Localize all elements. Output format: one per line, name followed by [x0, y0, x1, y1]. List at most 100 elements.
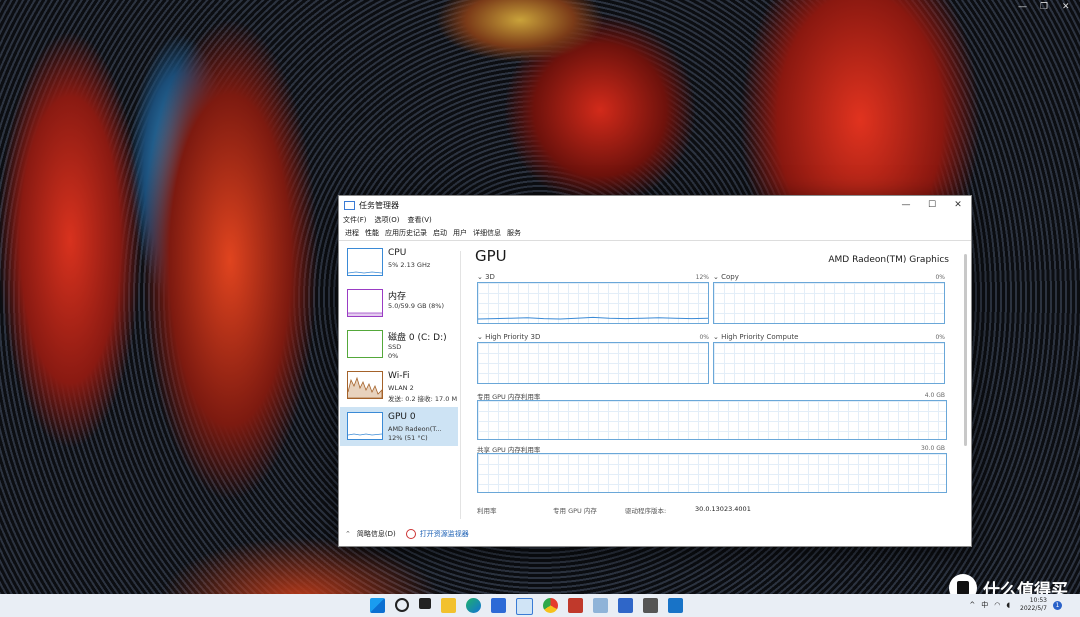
sidebar-item-detail: 12% (51 °C) — [388, 434, 428, 442]
driver-version-label: 驱动程序版本: — [625, 507, 667, 515]
graph-label-copy[interactable]: ⌄ Copy — [713, 273, 739, 281]
sidebar-item-name: 内存 — [388, 292, 407, 302]
open-resource-monitor-link[interactable]: 打开资源监视器 — [420, 529, 469, 539]
sidebar-item-detail: 5.0/59.9 GB (8%) — [388, 302, 445, 310]
sidebar-item-detail: SSD — [388, 343, 402, 351]
tab-app-history[interactable]: 应用历史记录 — [382, 226, 430, 240]
desktop-minimize-icon[interactable]: — — [1018, 2, 1027, 12]
graph-high-priority-3d — [477, 342, 709, 384]
brief-info-link[interactable]: 简略信息(D) — [357, 529, 396, 539]
app-icon[interactable] — [668, 598, 683, 613]
graph-3d — [477, 282, 709, 324]
tab-details[interactable]: 详细信息 — [470, 226, 504, 240]
window-title: 任务管理器 — [359, 200, 399, 210]
dedicated-memory-max: 4.0 GB — [924, 392, 945, 399]
volume-icon[interactable]: ◖ — [1006, 601, 1010, 609]
sidebar-item-detail: 5% 2.13 GHz — [388, 261, 431, 269]
task-view-icon[interactable] — [419, 598, 431, 609]
scrollbar[interactable] — [964, 254, 967, 446]
sidebar-item-detail: WLAN 2 — [388, 384, 414, 392]
sidebar-item-detail: 发送: 0.2 接收: 17.0 M — [388, 395, 458, 403]
store-icon[interactable] — [491, 598, 506, 613]
graph-copy — [713, 282, 945, 324]
clock-date: 2022/5/7 — [1020, 605, 1047, 612]
file-explorer-icon[interactable] — [441, 598, 456, 613]
sidebar-item-wifi[interactable]: Wi-Fi WLAN 2 发送: 0.2 接收: 17.0 M — [340, 366, 458, 405]
taskbar: ^ 中 ◠ ◖ 10:53 2022/5/7 1 — [0, 594, 1080, 617]
sidebar-item-name: 磁盘 0 (C: D:) — [388, 333, 447, 343]
resource-sidebar: CPU 5% 2.13 GHz 内存 5.0/59.9 GB (8%) 磁盘 0… — [339, 241, 459, 519]
close-button[interactable]: ✕ — [945, 196, 971, 214]
sidebar-item-detail: AMD Radeon(T... — [388, 425, 442, 433]
footer-bar: ⌃ 简略信息(D) 打开资源监视器 — [339, 528, 469, 540]
edge-icon[interactable] — [466, 598, 481, 613]
graph-pct-high-priority-compute: 0% — [935, 334, 945, 341]
sidebar-item-name: Wi-Fi — [388, 371, 410, 381]
search-icon[interactable] — [395, 598, 409, 612]
resource-monitor-icon — [405, 529, 416, 539]
tool-icon[interactable] — [643, 598, 658, 613]
tab-services[interactable]: 服务 — [504, 226, 524, 240]
desktop-restore-icon[interactable]: ❐ — [1040, 2, 1048, 12]
sidebar-item-disk[interactable]: 磁盘 0 (C: D:) SSD 0% — [340, 325, 458, 364]
chrome-icon[interactable] — [543, 598, 558, 613]
sidebar-item-cpu[interactable]: CPU 5% 2.13 GHz — [340, 243, 458, 282]
graph-label-3d[interactable]: ⌄ 3D — [477, 273, 495, 281]
shared-memory-max: 30.0 GB — [920, 445, 945, 452]
graph-pct-copy: 0% — [935, 274, 945, 281]
task-manager-window: 任务管理器 — ☐ ✕ 文件(F) 选项(O) 查看(V) 进程 性能 应用历史… — [338, 195, 972, 547]
system-tray: ^ 中 ◠ ◖ 10:53 2022/5/7 1 — [963, 597, 1062, 613]
sidebar-item-detail: 0% — [388, 352, 399, 360]
menu-options[interactable]: 选项(O) — [375, 214, 400, 226]
page-title: GPU — [475, 247, 507, 265]
menu-view[interactable]: 查看(V) — [407, 214, 431, 226]
cpu-thumbnail — [347, 248, 383, 276]
graph-label-high-priority-compute[interactable]: ⌄ High Priority Compute — [713, 333, 798, 341]
utilization-label: 利用率 — [477, 507, 497, 515]
notification-badge[interactable]: 1 — [1053, 600, 1062, 610]
series-line-3d — [478, 316, 708, 320]
chart-3d-svg — [478, 316, 708, 320]
graph-high-priority-compute — [713, 342, 945, 384]
wifi-icon[interactable]: ◠ — [994, 601, 1000, 609]
sidebar-item-gpu[interactable]: GPU 0 AMD Radeon(T... 12% (51 °C) — [340, 407, 458, 446]
remote-icon[interactable] — [593, 598, 608, 613]
sidebar-item-name: CPU — [388, 248, 407, 258]
sidebar-item-memory[interactable]: 内存 5.0/59.9 GB (8%) — [340, 284, 458, 323]
memory-thumbnail — [347, 289, 383, 317]
sidebar-divider — [460, 251, 461, 519]
ime-indicator[interactable]: 中 — [981, 600, 988, 610]
tab-startup[interactable]: 启动 — [430, 226, 450, 240]
title-bar[interactable]: 任务管理器 — ☐ ✕ — [339, 196, 971, 214]
graph-dedicated-memory — [477, 400, 947, 440]
wifi-thumbnail — [347, 371, 383, 399]
disk-thumbnail — [347, 330, 383, 358]
graph-label-high-priority-3d[interactable]: ⌄ High Priority 3D — [477, 333, 540, 341]
desktop-close-icon[interactable]: ✕ — [1062, 2, 1070, 12]
gpu-panel: GPU AMD Radeon(TM) Graphics ⌄ 3D 12% ⌄ C… — [469, 241, 959, 519]
driver-version-value: 30.0.13023.4001 — [695, 505, 751, 513]
graph-shared-memory — [477, 453, 947, 493]
clock-time: 10:53 — [1029, 597, 1047, 604]
graph-pct-3d: 12% — [695, 274, 709, 281]
tab-users[interactable]: 用户 — [450, 226, 470, 240]
task-manager-taskbar-icon[interactable] — [516, 598, 533, 615]
gpu-model-name: AMD Radeon(TM) Graphics — [828, 255, 949, 265]
minimize-button[interactable]: — — [893, 196, 919, 214]
sidebar-item-name: GPU 0 — [388, 412, 416, 422]
game-icon[interactable] — [618, 598, 633, 613]
windows-start-icon[interactable] — [370, 598, 385, 613]
chevron-up-icon[interactable]: ⌃ — [345, 530, 351, 538]
maximize-button[interactable]: ☐ — [919, 196, 945, 214]
tab-bar: 进程 性能 应用历史记录 启动 用户 详细信息 服务 — [339, 226, 971, 241]
aida64-icon[interactable] — [568, 598, 583, 613]
clock[interactable]: 10:53 2022/5/7 — [1020, 597, 1047, 613]
graph-pct-high-priority-3d: 0% — [699, 334, 709, 341]
menu-bar: 文件(F) 选项(O) 查看(V) — [339, 214, 971, 226]
tab-processes[interactable]: 进程 — [342, 226, 362, 240]
task-manager-icon — [344, 200, 355, 210]
tray-expand-icon[interactable]: ^ — [969, 601, 975, 609]
gpu-thumbnail — [347, 412, 383, 440]
menu-file[interactable]: 文件(F) — [343, 214, 367, 226]
tab-performance[interactable]: 性能 — [362, 226, 382, 240]
